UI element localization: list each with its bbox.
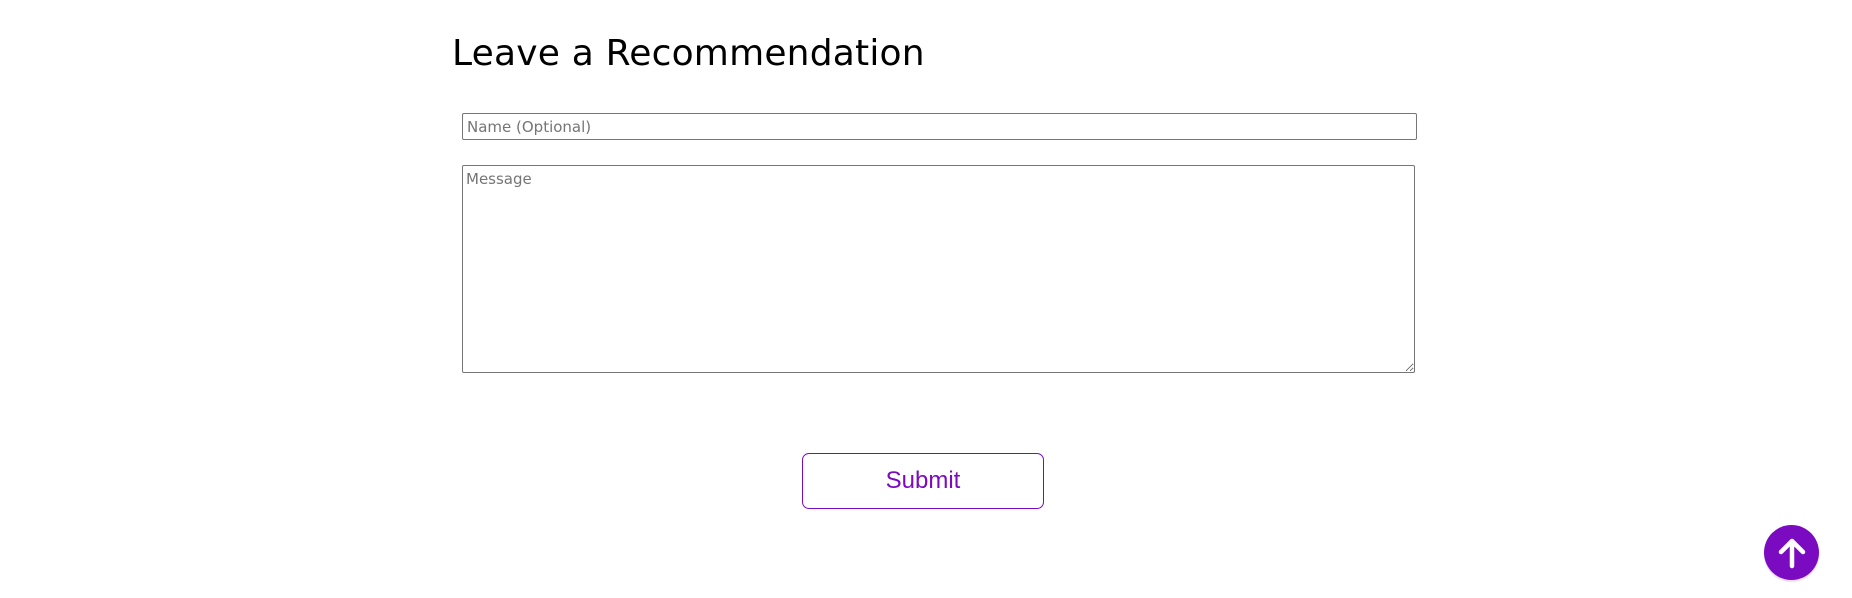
recommendation-page: Leave a Recommendation Submit: [0, 0, 1852, 598]
message-input[interactable]: [462, 165, 1415, 373]
arrow-up-icon: [1777, 537, 1807, 569]
name-input[interactable]: [462, 113, 1417, 140]
page-title: Leave a Recommendation: [452, 33, 925, 74]
submit-button[interactable]: Submit: [802, 453, 1044, 509]
scroll-to-top-button[interactable]: [1764, 525, 1819, 580]
